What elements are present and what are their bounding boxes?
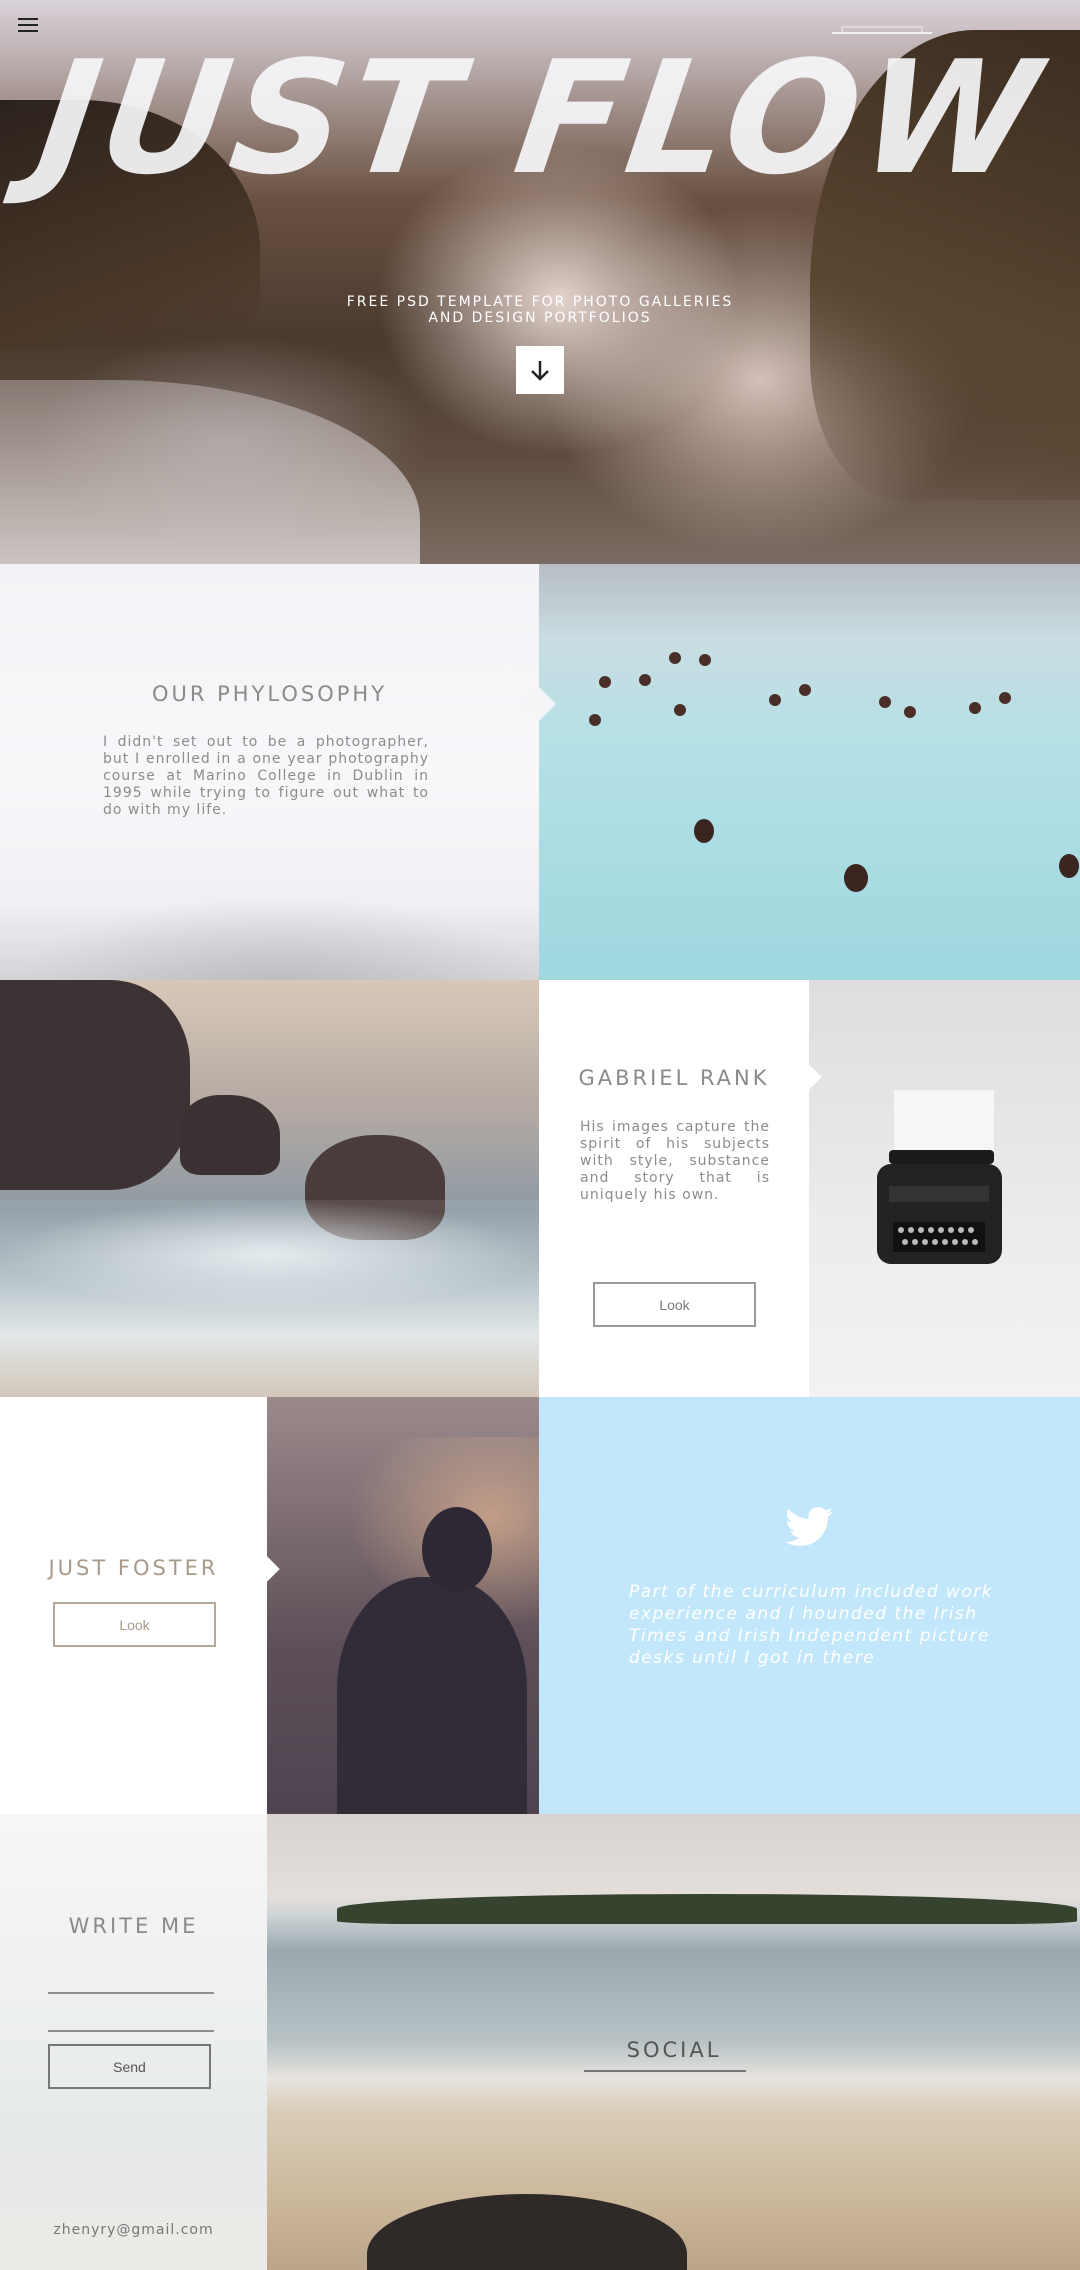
- foster-look-button[interactable]: Look: [53, 1602, 216, 1647]
- hamburger-menu-icon[interactable]: [18, 18, 38, 32]
- send-button[interactable]: Send: [48, 2044, 211, 2089]
- tweet-text: Part of the curriculum included work exp…: [629, 1582, 994, 1668]
- philosophy-panel: OUR PHYLOSOPHY I didn't set out to be a …: [0, 564, 539, 980]
- ocean-rocks-photo: [0, 980, 539, 1397]
- scroll-down-button[interactable]: [516, 346, 564, 394]
- name-field[interactable]: [48, 1966, 214, 1994]
- typewriter-icon: [877, 1090, 1002, 1264]
- hero-waterfall: [0, 380, 420, 564]
- contact-panel: WRITE ME Send zhenyry@gmail.com: [0, 1814, 267, 2270]
- philosophy-heading: OUR PHYLOSOPHY: [151, 682, 388, 706]
- hero-title: JUST FLOW: [27, 27, 1053, 209]
- foster-heading: JUST FOSTER: [48, 1556, 219, 1580]
- gabriel-panel: GABRIEL RANK His images capture the spir…: [539, 980, 809, 1397]
- contact-email[interactable]: zhenyry@gmail.com: [0, 2222, 267, 2238]
- hero-subtitle: FREE PSD TEMPLATE FOR PHOTO GALLERIES AN…: [340, 294, 740, 326]
- gabriel-body: His images capture the spirit of his sub…: [580, 1119, 770, 1203]
- philosophy-bg-rocks: [20, 894, 539, 980]
- hot-spring-photo: [539, 564, 1080, 980]
- typewriter-photo: [809, 980, 1080, 1397]
- twitter-bird-icon[interactable]: [785, 1507, 833, 1547]
- arrow-down-icon: [531, 361, 549, 381]
- contact-heading: WRITE ME: [68, 1914, 199, 1938]
- social-underline: [584, 2070, 746, 2072]
- beach-photo: SOCIAL: [267, 1814, 1080, 2270]
- twitter-panel: Part of the curriculum included work exp…: [539, 1397, 1080, 1814]
- message-field[interactable]: [48, 2004, 214, 2032]
- woman-sunset-photo: [267, 1397, 539, 1814]
- hero-subtitle-line1: FREE PSD TEMPLATE FOR PHOTO GALLERIES: [346, 294, 734, 310]
- hero-section: JUST FLOW FREE PSD TEMPLATE FOR PHOTO GA…: [0, 0, 1080, 564]
- philosophy-body: I didn't set out to be a photographer, b…: [103, 734, 429, 818]
- gabriel-look-button[interactable]: Look: [593, 1282, 756, 1327]
- foster-panel: JUST FOSTER Look: [0, 1397, 267, 1814]
- hero-subtitle-line2: AND DESIGN PORTFOLIOS: [428, 310, 652, 326]
- gabriel-heading: GABRIEL RANK: [578, 1066, 770, 1090]
- social-heading: SOCIAL: [626, 2038, 722, 2062]
